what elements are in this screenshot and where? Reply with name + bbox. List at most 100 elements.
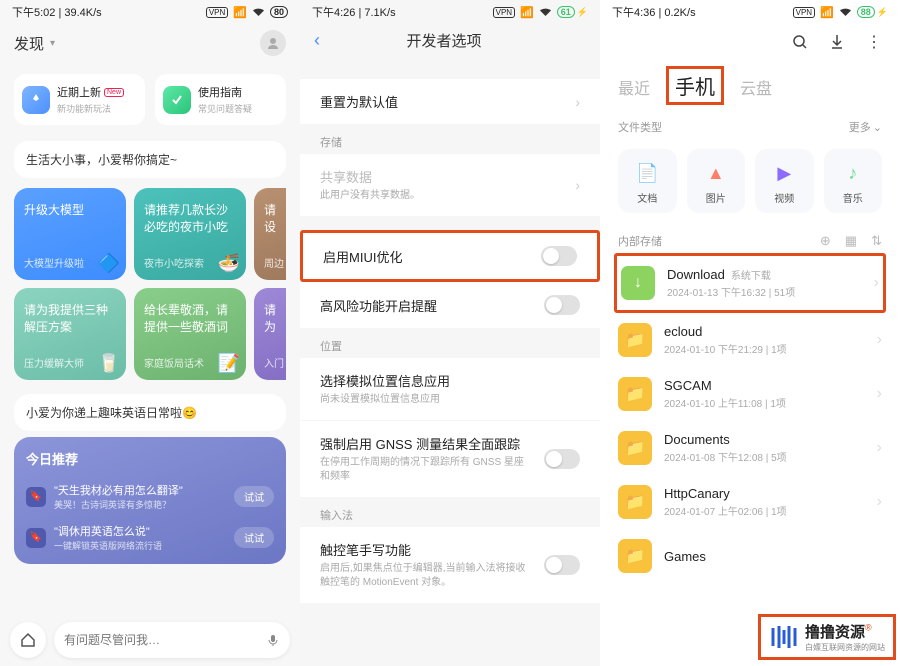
- tab-cloud[interactable]: 云盘: [740, 75, 772, 99]
- vpn-icon: VPN: [206, 7, 228, 18]
- grid-view-icon[interactable]: ▦: [845, 233, 857, 249]
- toggle-gnss[interactable]: [544, 449, 580, 469]
- toggle-risk[interactable]: [544, 295, 580, 315]
- folder-row-download[interactable]: ↓ Download系统下载2024-01-13 下午16:32 | 51项 ›: [617, 256, 883, 310]
- highlight-box: ↓ Download系统下载2024-01-13 下午16:32 | 51项 ›: [614, 253, 886, 313]
- search-icon[interactable]: [792, 34, 808, 50]
- header: 发现 ▾: [0, 22, 300, 64]
- screenshot-discover: 下午5:02 | 39.4K/s VPN 📶 80 发现 ▾ 近期上新New 新…: [0, 0, 300, 666]
- doc-icon: 📄: [636, 163, 658, 184]
- folder-icon: 📁: [618, 377, 652, 411]
- folder-row[interactable]: 📁 Games: [600, 529, 900, 583]
- tile-relax[interactable]: 请为我提供三种解压方案 压力缓解大师 🥛: [14, 288, 126, 380]
- food-icon: 🍜: [218, 253, 240, 274]
- sort-icon[interactable]: ⇅: [871, 233, 882, 249]
- add-folder-icon[interactable]: ⊕: [820, 233, 831, 249]
- folder-icon: 📁: [618, 431, 652, 465]
- battery-icon: 88: [857, 6, 875, 18]
- try-button[interactable]: 试试: [234, 486, 274, 507]
- tile-model[interactable]: 升级大模型 大模型升级啦 🔷: [14, 188, 126, 280]
- chevron-right-icon: ›: [877, 385, 882, 403]
- signal-icon: 📶: [520, 6, 534, 19]
- new-badge: New: [104, 88, 124, 97]
- wifi-icon: [839, 7, 852, 17]
- image-icon: ▲: [707, 163, 725, 184]
- tile-toast[interactable]: 给长辈敬酒，请提供一些敬酒词 家庭饭局话术 📝: [134, 288, 246, 380]
- chevron-down-icon[interactable]: ▾: [50, 38, 55, 49]
- try-button[interactable]: 试试: [234, 527, 274, 548]
- cat-images[interactable]: ▲图片: [687, 149, 746, 213]
- folder-row[interactable]: 📁 Documents2024-01-08 下午12:08 | 5项 ›: [600, 421, 900, 475]
- folder-row[interactable]: 📁 ecloud2024-01-10 下午21:29 | 1项 ›: [600, 313, 900, 367]
- tile-cut1[interactable]: 请设 周边: [254, 188, 286, 280]
- bookmark-icon: 🔖: [26, 528, 46, 548]
- more-icon[interactable]: ⋮: [866, 32, 882, 52]
- signal-icon: 📶: [233, 6, 247, 19]
- status-bar: 下午4:26 | 7.1K/s VPN 📶 61⚡: [300, 0, 600, 22]
- status-time: 下午4:26 | 7.1K/s: [312, 4, 396, 20]
- folder-icon: ↓: [621, 266, 655, 300]
- screenshot-devoptions: 下午4:26 | 7.1K/s VPN 📶 61⚡ ‹ 开发者选项 重置为默认值…: [300, 0, 600, 666]
- group-storage: 存储: [300, 124, 600, 154]
- watermark: 撸撸资源® 白嫖互联网资源的网站: [758, 614, 896, 660]
- today-row[interactable]: 🔖 "调休用英语怎么说"一键解锁英语版网络流行语 试试: [26, 517, 274, 558]
- folder-row[interactable]: 📁 HttpCanary2024-01-07 上午02:06 | 1项 ›: [600, 475, 900, 529]
- rocket-icon: [22, 86, 50, 114]
- chevron-right-icon: ›: [575, 177, 580, 193]
- cat-music[interactable]: ♪音乐: [824, 149, 883, 213]
- search-input[interactable]: [64, 633, 266, 647]
- logo-icon: [769, 624, 799, 650]
- row-risk-remind[interactable]: 高风险功能开启提醒: [300, 282, 600, 328]
- suggestion-bar-2: 小爱为你递上趣味英语日常啦😊: [14, 394, 286, 431]
- status-time: 下午5:02 | 39.4K/s: [12, 4, 102, 20]
- chevron-right-icon: ›: [877, 439, 882, 457]
- note-icon: 📝: [218, 353, 240, 374]
- download-icon[interactable]: [830, 34, 844, 50]
- avatar[interactable]: [260, 30, 286, 56]
- cat-docs[interactable]: 📄文档: [618, 149, 677, 213]
- row-reset[interactable]: 重置为默认值 ›: [300, 79, 600, 124]
- row-stylus[interactable]: 触控笔手写功能启用后,如果焦点位于编辑器,当前输入法将接收触控笔的 Motion…: [300, 527, 600, 603]
- highlight-box: 启用MIUI优化: [300, 230, 600, 282]
- status-time: 下午4:36 | 0.2K/s: [612, 4, 696, 20]
- mic-icon[interactable]: [266, 633, 280, 647]
- play-icon: ▶: [777, 163, 791, 184]
- group-location: 位置: [300, 328, 600, 358]
- row-mock-location[interactable]: 选择模拟位置信息应用尚未设置模拟位置信息应用: [300, 358, 600, 420]
- tile-cut2[interactable]: 请为 入门: [254, 288, 286, 380]
- vpn-icon: VPN: [493, 7, 515, 18]
- home-button[interactable]: [10, 622, 46, 658]
- today-card: 今日推荐 🔖 "天生我材必有用怎么翻译"美哭！古诗词英译有多惊艳？ 试试 🔖 "…: [14, 437, 286, 564]
- card-recent-new[interactable]: 近期上新New 新功能新玩法: [14, 74, 145, 125]
- page-title: 发现: [14, 33, 44, 54]
- wifi-icon: [252, 7, 265, 17]
- status-bar: 下午5:02 | 39.4K/s VPN 📶 80: [0, 0, 300, 22]
- folder-row[interactable]: 📁 SGCAM2024-01-10 上午11:08 | 1项 ›: [600, 367, 900, 421]
- row-miui-opt[interactable]: 启用MIUI优化: [303, 233, 597, 279]
- row-gnss[interactable]: 强制启用 GNSS 测量结果全面跟踪在停用工作周期的情况下跟踪所有 GNSS 星…: [300, 421, 600, 497]
- header-icons: ⋮: [600, 22, 900, 62]
- row-share-data[interactable]: 共享数据此用户没有共享数据。 ›: [300, 154, 600, 216]
- wifi-icon: [539, 7, 552, 17]
- tab-recent[interactable]: 最近: [618, 75, 650, 99]
- folder-icon: 📁: [618, 539, 652, 573]
- search-bar[interactable]: [54, 622, 290, 658]
- battery-icon: 80: [270, 6, 288, 18]
- battery-icon: 61: [557, 6, 575, 18]
- more-link[interactable]: 更多 ⌄: [849, 119, 882, 135]
- card-guide[interactable]: 使用指南 常见问题答疑: [155, 74, 286, 125]
- chevron-right-icon: ›: [874, 274, 879, 292]
- toggle-miui[interactable]: [541, 246, 577, 266]
- cat-videos[interactable]: ▶视频: [755, 149, 814, 213]
- tab-phone[interactable]: 手机: [666, 66, 724, 105]
- today-heading: 今日推荐: [26, 449, 274, 468]
- chevron-down-icon: ⌄: [873, 121, 882, 134]
- today-row[interactable]: 🔖 "天生我材必有用怎么翻译"美哭！古诗词英译有多惊艳？ 试试: [26, 476, 274, 517]
- chevron-right-icon: ›: [877, 331, 882, 349]
- suggestion-bar: 生活大小事，小爱帮你搞定~: [14, 141, 286, 178]
- toggle-stylus[interactable]: [544, 555, 580, 575]
- cube-icon: 🔷: [98, 253, 120, 274]
- tabs: 最近 手机 云盘: [600, 62, 900, 115]
- tile-food[interactable]: 请推荐几款长沙必吃的夜市小吃 夜市小吃探索 🍜: [134, 188, 246, 280]
- filetype-label: 文件类型: [618, 119, 662, 135]
